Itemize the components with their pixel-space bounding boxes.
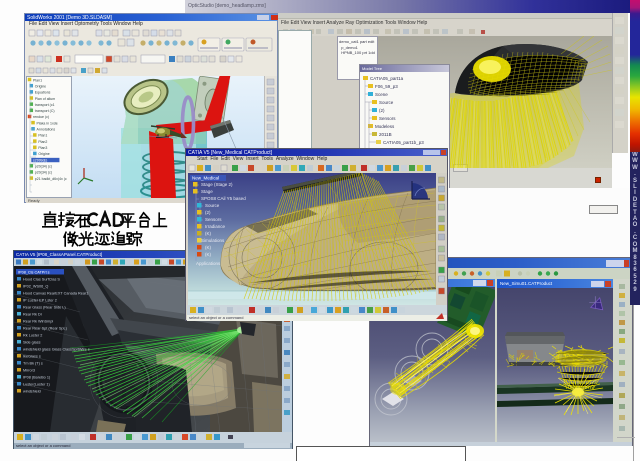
- svg-text:Stage: Stage: [201, 189, 213, 194]
- svg-text:F06_59_p3: F06_59_p3: [375, 84, 398, 89]
- svg-text:Rear Glass (Rear Side L): Rear Glass (Rear Side L): [23, 306, 66, 310]
- svg-text:Rk Luster 2: Rk Luster 2: [23, 334, 42, 338]
- svg-text:IP08_Cls CATPrt s: IP08_Cls CATPrt s: [18, 271, 50, 275]
- svg-text:Rear Rk Dr: Rear Rk Dr: [23, 313, 43, 317]
- svg-text:CATIA05_part1b_p3: CATIA05_part1b_p3: [383, 140, 424, 145]
- svg-text:IkeGlass s: IkeGlass s: [23, 355, 41, 359]
- svg-text:transport (C): transport (C): [35, 109, 55, 113]
- svg-text:IP Luster EP Lster 2: IP Luster EP Lster 2: [23, 299, 57, 303]
- svg-text:IP08 (BareBo 1): IP08 (BareBo 1): [23, 376, 51, 380]
- svg-text:Scene: Scene: [375, 92, 388, 97]
- svg-text:(2): (2): [205, 210, 211, 215]
- svg-text:p21 badkt_d6x(4x (c: p21 badkt_d6x(4x (c: [35, 177, 67, 181]
- svg-text:Origine: Origine: [35, 84, 46, 88]
- svg-text:Tm Bk (T) s: Tm Bk (T) s: [23, 362, 43, 366]
- svg-text:transport (c1: transport (c1: [35, 103, 55, 107]
- svg-text:Modeless: Modeless: [375, 124, 395, 129]
- svg-text:CATIA05_part1a: CATIA05_part1a: [370, 76, 404, 81]
- svg-text:(K): (K): [205, 252, 212, 257]
- svg-text:Stage (Stage 2): Stage (Stage 2): [201, 182, 233, 187]
- svg-text:Rear Rk WinSmpl: Rear Rk WinSmpl: [23, 320, 53, 324]
- svg-text:Source: Source: [205, 203, 220, 208]
- svg-text:Sensors: Sensors: [205, 217, 222, 222]
- svg-text:Hood Canvas RearEXT Canada Rea: Hood Canvas RearEXT Canada Rear1: [23, 292, 88, 296]
- svg-text:s2999(E): s2999(E): [33, 158, 47, 162]
- svg-text:Plan1: Plan1: [33, 78, 42, 82]
- svg-text:2011B: 2011B: [379, 132, 392, 137]
- svg-text:Plan1: Plan1: [38, 134, 47, 138]
- svg-text:New_Medical: New_Medical: [192, 176, 219, 181]
- svg-text:(2): (2): [379, 108, 385, 113]
- svg-text:Sensors: Sensors: [379, 116, 396, 121]
- svg-text:(K): (K): [205, 245, 212, 250]
- svg-text:Simulations: Simulations: [201, 238, 225, 243]
- svg-text:Plan2: Plan2: [38, 140, 47, 144]
- svg-text:Luster(Luster 1): Luster(Luster 1): [23, 383, 51, 387]
- svg-text:Plaka in 1xde: Plaka in 1xde: [37, 121, 58, 125]
- svg-text:SPOS8 CAil Y5 based: SPOS8 CAil Y5 based: [201, 196, 246, 201]
- svg-text:Plan3: Plan3: [38, 146, 47, 150]
- svg-text:(K): (K): [205, 231, 212, 236]
- svg-text:Side glass: Side glass: [23, 341, 41, 345]
- svg-text:p20(34) (c): p20(34) (c): [35, 171, 52, 175]
- svg-text:IP02_WS06_Q: IP02_WS06_Q: [23, 285, 48, 289]
- svg-text:Applications: Applications: [196, 261, 221, 266]
- svg-text:Annotations: Annotations: [37, 128, 56, 132]
- svg-text:Irradiance: Irradiance: [205, 224, 226, 229]
- svg-text:Rear Rear Spt (Rear SpL): Rear Rear Spt (Rear SpL): [23, 327, 68, 331]
- svg-text:Plan of allum: Plan of allum: [35, 97, 55, 101]
- svg-text:Mirror3: Mirror3: [23, 369, 35, 373]
- svg-text:p20(34) (c): p20(34) (c): [35, 165, 52, 169]
- svg-text:windshield glass Glass ClassSp: windshield glass Glass ClassSprtWire s: [23, 348, 90, 352]
- svg-text:Source: Source: [379, 100, 394, 105]
- svg-text:Hood Clas SurfClas S: Hood Clas SurfClas S: [23, 278, 60, 282]
- svg-text:windshield: windshield: [23, 390, 41, 394]
- svg-text:Equations: Equations: [35, 91, 51, 95]
- svg-text:rendue (c): rendue (c): [33, 115, 49, 119]
- svg-text:Origine: Origine: [38, 152, 49, 156]
